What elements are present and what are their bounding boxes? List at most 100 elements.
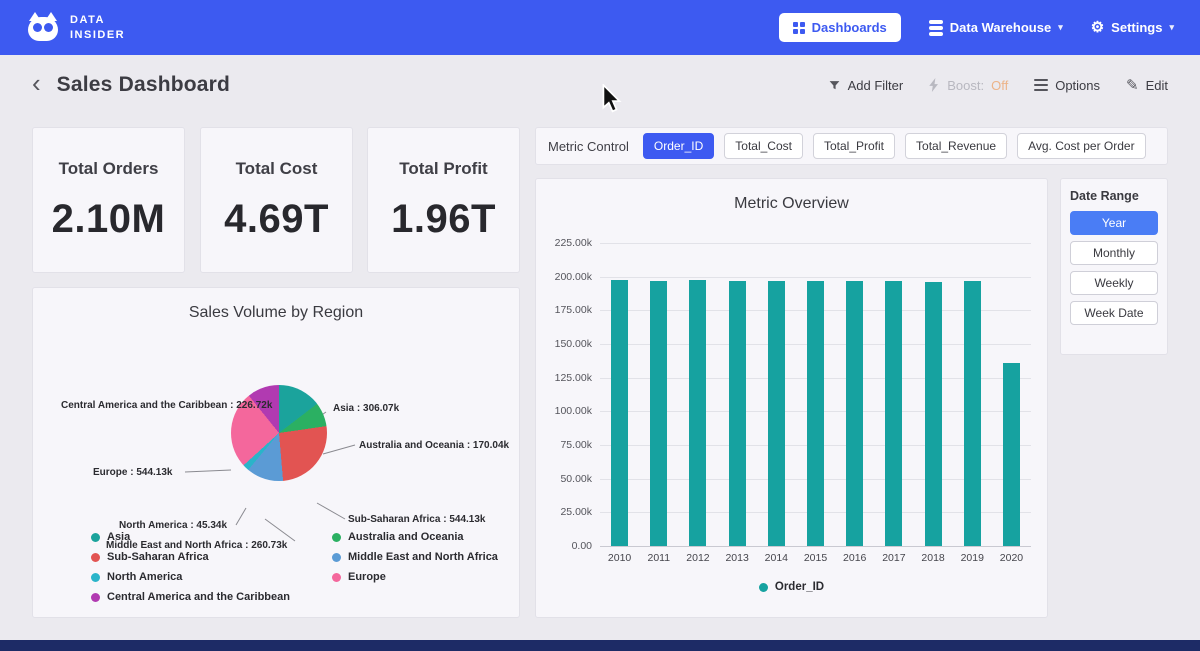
- x-tick-label: 2017: [874, 552, 913, 564]
- bar-cell: [953, 243, 992, 546]
- bar[interactable]: [846, 281, 863, 546]
- metric-button-total-cost[interactable]: Total_Cost: [724, 133, 803, 159]
- date-range-monthly-button[interactable]: Monthly: [1070, 241, 1158, 265]
- date-range-week-date-button[interactable]: Week Date: [1070, 301, 1158, 325]
- legend-label: Central America and the Caribbean: [107, 591, 290, 603]
- pie-legend-item[interactable]: Australia and Oceania: [332, 531, 498, 543]
- add-filter-button[interactable]: Add Filter: [828, 78, 904, 93]
- bar-chart-card: Metric Overview 225.00k200.00k175.00k150…: [535, 178, 1048, 618]
- metric-control-bar: Metric Control Order_ID Total_Cost Total…: [535, 127, 1168, 165]
- bar[interactable]: [650, 281, 667, 546]
- kpi-label: Total Profit: [399, 159, 487, 179]
- legend-dot-icon: [332, 533, 341, 542]
- x-tick-label: 2012: [678, 552, 717, 564]
- owl-logo-icon: [26, 13, 60, 43]
- bar[interactable]: [611, 280, 628, 546]
- date-range-year-button[interactable]: Year: [1070, 211, 1158, 235]
- options-label: Options: [1055, 78, 1100, 93]
- boost-toggle[interactable]: Boost: Off: [929, 78, 1008, 93]
- legend-label: Australia and Oceania: [348, 531, 464, 543]
- back-button[interactable]: ‹: [32, 70, 41, 100]
- pie-legend: Asia Sub-Saharan Africa North America Centr…: [91, 531, 498, 603]
- bar-cell: [796, 243, 835, 546]
- brand-logo: DATA INSIDER: [26, 13, 125, 43]
- y-tick-label: 225.00k: [555, 237, 592, 249]
- gridline: [600, 546, 1031, 547]
- x-tick-label: 2015: [796, 552, 835, 564]
- bar-legend[interactable]: Order_ID: [536, 581, 1047, 593]
- bar-plot-area: 225.00k200.00k175.00k150.00k125.00k100.0…: [600, 243, 1031, 546]
- x-tick-label: 2010: [600, 552, 639, 564]
- legend-dot-icon: [332, 553, 341, 562]
- kpi-label: Total Orders: [59, 159, 159, 179]
- brand-line2: INSIDER: [70, 28, 125, 42]
- bar[interactable]: [689, 280, 706, 546]
- bar-cell: [600, 243, 639, 546]
- top-navigation: Dashboards Data Warehouse ▾ ⚙ Settings ▾: [779, 13, 1174, 42]
- options-button[interactable]: Options: [1034, 78, 1100, 93]
- y-tick-label: 25.00k: [560, 506, 592, 518]
- pie-label-asia: Asia : 306.07k: [333, 403, 399, 414]
- date-range-weekly-button[interactable]: Weekly: [1070, 271, 1158, 295]
- kpi-value: 1.96T: [391, 197, 496, 242]
- pie-legend-item[interactable]: Middle East and North Africa: [332, 551, 498, 563]
- metric-control-label: Metric Control: [548, 139, 629, 154]
- nav-data-warehouse[interactable]: Data Warehouse ▾: [929, 20, 1063, 36]
- list-icon: [1034, 79, 1048, 91]
- brand-line1: DATA: [70, 13, 125, 27]
- x-tick-label: 2014: [757, 552, 796, 564]
- pie-legend-item[interactable]: North America: [91, 571, 290, 583]
- edit-label: Edit: [1146, 78, 1168, 93]
- metric-button-total-profit[interactable]: Total_Profit: [813, 133, 895, 159]
- y-tick-label: 0.00: [572, 540, 592, 552]
- y-tick-label: 75.00k: [560, 439, 592, 451]
- kpi-card-total-profit: Total Profit 1.96T: [367, 127, 520, 273]
- edit-button[interactable]: ✎ Edit: [1126, 76, 1168, 94]
- bar-legend-dot: [759, 583, 768, 592]
- y-tick-label: 150.00k: [555, 338, 592, 350]
- pie-label-europe: Europe : 544.13k: [93, 467, 172, 478]
- nav-data-warehouse-label: Data Warehouse: [950, 20, 1051, 35]
- bar[interactable]: [964, 281, 981, 546]
- x-tick-label: 2018: [914, 552, 953, 564]
- metric-button-order-id[interactable]: Order_ID: [643, 133, 714, 159]
- chevron-down-icon: ▾: [1058, 22, 1063, 33]
- pencil-icon: ✎: [1126, 76, 1139, 94]
- bar-cell: [914, 243, 953, 546]
- lightning-icon: [929, 78, 940, 92]
- metric-button-total-revenue[interactable]: Total_Revenue: [905, 133, 1007, 159]
- bar[interactable]: [807, 281, 824, 546]
- pie-legend-item[interactable]: Europe: [332, 571, 498, 583]
- bar[interactable]: [925, 282, 942, 546]
- nav-dashboards-button[interactable]: Dashboards: [779, 13, 901, 42]
- bar-xaxis: 2010201120122013201420152016201720182019…: [600, 552, 1031, 564]
- nav-settings-label: Settings: [1111, 20, 1162, 35]
- bar-cell: [639, 243, 678, 546]
- bar[interactable]: [729, 281, 746, 546]
- add-filter-label: Add Filter: [848, 78, 904, 93]
- pie-legend-item[interactable]: Central America and the Caribbean: [91, 591, 290, 603]
- footer-bar: [0, 640, 1200, 651]
- legend-label: Asia: [107, 531, 130, 543]
- x-tick-label: 2016: [835, 552, 874, 564]
- bar-bars: [600, 243, 1031, 546]
- bar[interactable]: [768, 281, 785, 546]
- y-tick-label: 50.00k: [560, 473, 592, 485]
- pie-legend-item[interactable]: Sub-Saharan Africa: [91, 551, 290, 563]
- pie-chart-title: Sales Volume by Region: [33, 288, 519, 322]
- x-tick-label: 2019: [953, 552, 992, 564]
- metric-button-avg-cost[interactable]: Avg. Cost per Order: [1017, 133, 1146, 159]
- legend-dot-icon: [91, 593, 100, 602]
- bar[interactable]: [885, 281, 902, 546]
- kpi-value: 2.10M: [52, 197, 166, 242]
- y-tick-label: 200.00k: [555, 271, 592, 283]
- nav-settings[interactable]: ⚙ Settings ▾: [1091, 20, 1174, 35]
- boost-value: Off: [991, 78, 1008, 93]
- legend-label: Middle East and North Africa: [348, 551, 498, 563]
- pie-legend-item[interactable]: Asia: [91, 531, 290, 543]
- x-tick-label: 2011: [639, 552, 678, 564]
- bar-cell: [835, 243, 874, 546]
- bar-cell: [678, 243, 717, 546]
- bar[interactable]: [1003, 363, 1020, 546]
- pie-label-north-america: North America : 45.34k: [119, 520, 227, 531]
